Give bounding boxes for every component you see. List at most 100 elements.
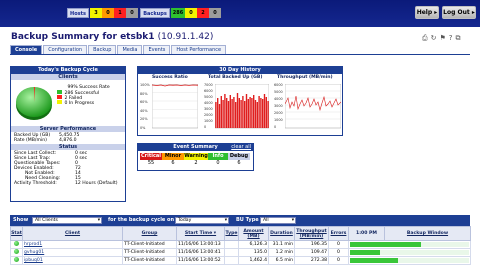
status-list: Since Last Collect: 0 sec Since Last Trap…: [11, 150, 125, 186]
throughput-cell: 196.35: [294, 240, 329, 249]
event-summary-title: Event Summary: [173, 144, 218, 150]
tick-label: 80%: [140, 91, 148, 96]
col-client[interactable]: Client: [22, 226, 123, 241]
col-stat[interactable]: Stat: [10, 226, 23, 241]
critical-count[interactable]: 55: [140, 160, 162, 167]
tab-host-performance[interactable]: Host Performance: [171, 45, 227, 54]
critical-label[interactable]: Critical: [140, 153, 162, 160]
group-cell: TT-Client-Initiated: [122, 256, 177, 265]
tab-configuration[interactable]: Configuration: [43, 45, 88, 54]
gb-bar: [244, 101, 246, 128]
client-link[interactable]: hrprod1: [24, 242, 42, 247]
debug-count[interactable]: 6: [228, 160, 250, 167]
client-cell[interactable]: hrprod1: [22, 240, 123, 249]
tab-backup[interactable]: Backup: [88, 45, 117, 54]
col-amount[interactable]: Amount (MB): [238, 226, 269, 241]
table-row[interactable]: gvhug01 TT-Client-Initiated 11/16/06 13:…: [10, 248, 471, 257]
tick-label: 5000: [204, 95, 213, 99]
help-button[interactable]: Help ▸: [415, 6, 439, 19]
gb-bar: [217, 98, 219, 128]
client-cell[interactable]: gvhug01: [22, 248, 123, 257]
backups-success-count[interactable]: 286: [171, 8, 185, 18]
backups-warning-count[interactable]: 0: [185, 8, 197, 18]
print-icon[interactable]: ⎙: [422, 34, 428, 43]
info-count[interactable]: 0: [208, 160, 228, 167]
hosts-warning-count[interactable]: 3: [90, 8, 102, 18]
client-cell[interactable]: ipbuq01: [22, 256, 123, 265]
page-tools: ⎙ ↻ ⚑ ? ⧉: [422, 34, 460, 43]
tab-media[interactable]: Media: [117, 45, 143, 54]
client-link[interactable]: ipbuq01: [24, 258, 43, 263]
gb-bar: [247, 99, 249, 128]
backups-unknown-count[interactable]: 0: [209, 8, 221, 18]
backup-window-bar: [350, 258, 398, 263]
col-throughput[interactable]: Throughput (MB/min): [294, 226, 329, 241]
logout-button[interactable]: Log Out ▸: [442, 6, 476, 19]
cycle-select[interactable]: Today: [175, 217, 229, 224]
throughput-heading: Throughput (MB/min): [277, 75, 333, 80]
refresh-icon[interactable]: ↻: [431, 34, 437, 43]
gb-bar: [233, 97, 235, 128]
minor-count[interactable]: 6: [162, 160, 184, 167]
hosts-critical-count[interactable]: 1: [114, 8, 126, 18]
table-row[interactable]: hrprod1 TT-Client-Initiated 11/16/06 13:…: [10, 240, 471, 249]
col-group[interactable]: Group: [122, 226, 177, 241]
amount-cell: 6,126.3: [238, 240, 269, 249]
info-label[interactable]: Info: [208, 153, 228, 160]
clients-grid: Show All Clients for the backup cycle on…: [10, 215, 471, 265]
success-ratio-chart[interactable]: 100% 80% 60% 40% 20% 0%: [140, 83, 200, 133]
minor-label[interactable]: Minor: [162, 153, 184, 160]
backup-window-bar-track: [350, 258, 469, 263]
hosts-unknown-count[interactable]: 0: [126, 8, 138, 18]
tick-label: 40%: [140, 108, 148, 113]
legend-in-progress[interactable]: 0 In Progress: [57, 100, 125, 106]
tick-label: 3000: [274, 104, 283, 108]
gb-bar: [251, 98, 253, 128]
start-time-cell: 11/16/06 13:00:52: [176, 256, 225, 265]
server-perf-list: Backed Up (GB) 5,450.75 Rate (MB/min) 4,…: [11, 132, 125, 144]
total-backed-up-chart[interactable]: 7000 6000 5000 4000 3000 2000 1000 0: [204, 83, 270, 133]
col-type[interactable]: Type: [224, 226, 239, 241]
gb-bar: [260, 98, 262, 128]
success-status-icon: [14, 241, 19, 246]
event-severity-labels: Critical Minor Warning Info Debug: [138, 153, 253, 160]
popout-icon[interactable]: ⧉: [455, 34, 460, 43]
hosts-minor-count[interactable]: 0: [102, 8, 114, 18]
warning-label[interactable]: Warning: [184, 153, 208, 160]
success-ratio-heading: Success Ratio: [152, 75, 188, 80]
backup-window-bar-track: [350, 250, 469, 255]
table-row[interactable]: ipbuq01 TT-Client-Initiated 11/16/06 13:…: [10, 256, 471, 265]
client-link[interactable]: gvhug01: [24, 250, 44, 255]
tab-events[interactable]: Events: [143, 45, 171, 54]
type-cell: [224, 256, 239, 265]
debug-label[interactable]: Debug: [228, 153, 250, 160]
help-icon[interactable]: ?: [449, 34, 453, 43]
errors-cell: 0: [328, 256, 349, 265]
warning-count[interactable]: 2: [184, 160, 208, 167]
backups-label[interactable]: Backups: [140, 8, 170, 18]
col-duration[interactable]: Duration: [268, 226, 295, 241]
gb-bar: [235, 102, 237, 128]
tick-label: 4000: [274, 97, 283, 101]
show-label: Show: [13, 217, 29, 223]
backup-window-cell: [348, 240, 471, 249]
tick-label: 60%: [140, 100, 148, 104]
col-start-time[interactable]: Start Time ▾: [176, 226, 225, 241]
server-perf-row: Rate (MB/min) 4,876.0: [11, 138, 125, 143]
show-select[interactable]: All Clients: [32, 217, 102, 224]
in-progress-value: 0: [64, 101, 68, 106]
backup-window-bar: [350, 250, 380, 255]
status-value: 12 Hours (Default): [75, 181, 118, 186]
gb-bar: [254, 100, 257, 128]
success-rate-label: Success Rate: [79, 85, 110, 90]
backup-window-bar: [350, 242, 422, 247]
throughput-chart[interactable]: 6000 5000 4000 3000 2000 1000 0: [274, 83, 342, 133]
col-errors[interactable]: Errors: [328, 226, 349, 241]
bookmark-icon[interactable]: ⚑: [439, 34, 445, 43]
bu-type-select[interactable]: All: [260, 217, 296, 224]
tab-console[interactable]: Console: [10, 45, 43, 54]
hosts-label[interactable]: Hosts: [67, 8, 89, 18]
col-backup-window[interactable]: Backup Window: [384, 226, 471, 241]
backups-failed-count[interactable]: 2: [197, 8, 209, 18]
clear-all-link[interactable]: clear all: [231, 144, 251, 151]
